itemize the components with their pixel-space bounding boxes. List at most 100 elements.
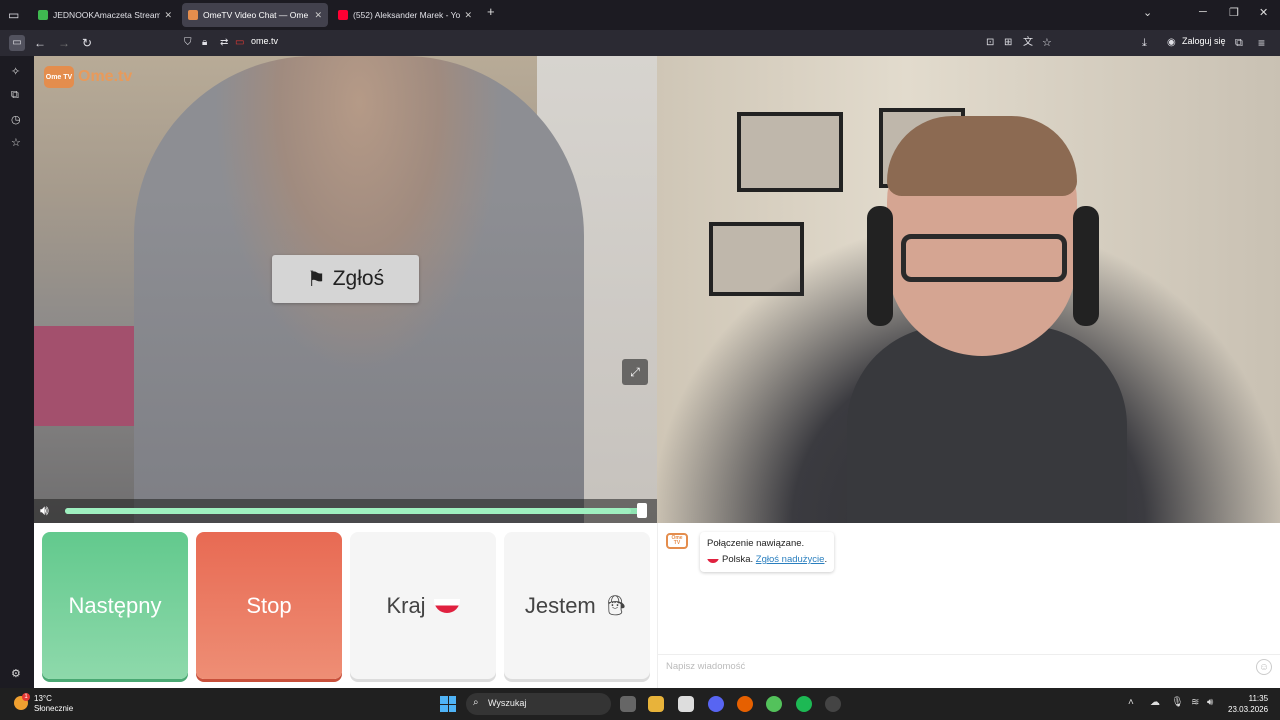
windows-taskbar: 1 13°C Słonecznie ⌕ Wyszukaj ˄ ☁ 🎙︎ ≋ 🔊︎…: [0, 688, 1280, 720]
maximize-icon[interactable]: ❐: [1229, 6, 1239, 19]
firefox-icon[interactable]: [737, 696, 753, 712]
browser-sidebar: ✧ ⧉ ◷ ☆ ⚙: [0, 56, 34, 688]
stop-button[interactable]: Stop: [196, 532, 342, 679]
tab-title: OmeTV Video Chat — Ome: [203, 10, 309, 20]
task-view-icon[interactable]: [620, 696, 636, 712]
permissions-icon[interactable]: ⇄: [220, 35, 228, 51]
report-abuse-link[interactable]: Zgłoś nadużycie: [756, 554, 825, 565]
stop-label: Stop: [246, 592, 292, 618]
browser-tab-bar: ▭ JEDNOOKAmaczeta Stream - K ✕ OmeTV Vid…: [0, 0, 1280, 30]
volume-slider-thumb[interactable]: [637, 503, 647, 518]
account-icon[interactable]: ◉: [1167, 35, 1176, 51]
bookmark-star-icon[interactable]: ☆: [1042, 35, 1052, 51]
sign-in-button[interactable]: Zaloguj się: [1182, 36, 1226, 46]
lock-icon[interactable]: 🔒︎: [202, 35, 207, 51]
bookmarks-icon[interactable]: ☆: [11, 136, 21, 149]
tab-title: (552) Aleksander Marek - YouT: [353, 10, 461, 20]
microphone-icon[interactable]: 🎙︎: [1171, 697, 1184, 708]
translate-icon[interactable]: 文: [1023, 35, 1033, 51]
tab-youtube[interactable]: (552) Aleksander Marek - YouT ✕: [332, 3, 478, 27]
emoji-icon[interactable]: ☺: [1256, 659, 1272, 675]
cloud-icon[interactable]: ☁: [1150, 697, 1160, 708]
report-label: Zgłoś: [332, 267, 385, 290]
search-placeholder: Wyszukaj: [488, 698, 527, 708]
tray-overflow-icon[interactable]: ˄: [1128, 697, 1134, 708]
camera-active-icon[interactable]: ▭: [235, 35, 244, 51]
temperature: 13°C: [34, 694, 52, 703]
menu-icon[interactable]: ≡: [1258, 35, 1265, 51]
country-button[interactable]: Kraj: [350, 532, 496, 679]
headphone-right: [1073, 206, 1099, 326]
country-line: Polska. Zgłoś nadużycie.: [707, 552, 827, 568]
sidebar-toggle-icon[interactable]: ▭: [9, 35, 25, 51]
country-text: Polska.: [722, 554, 754, 565]
ai-chat-icon[interactable]: ✧: [11, 65, 20, 78]
wifi-icon[interactable]: ≋: [1191, 697, 1199, 708]
speaker-icon[interactable]: 🔊︎: [40, 502, 49, 519]
synced-tabs-icon[interactable]: ⧉: [11, 89, 19, 102]
stranger-video: Ome TV Ome.tv ⚑ Zgłoś ⤢ 🔊︎: [34, 56, 657, 523]
message-input[interactable]: Napisz wiadomość ☺: [658, 654, 1280, 678]
history-icon[interactable]: ◷: [11, 113, 21, 126]
flag-icon: ⚑: [306, 267, 326, 291]
forward-icon[interactable]: →: [58, 35, 70, 51]
volume-icon[interactable]: 🔊︎: [1207, 697, 1213, 708]
period-text: .: [824, 554, 828, 565]
back-icon[interactable]: ←: [34, 35, 46, 51]
text-chat: Ome TV Połączenie nawiązane. Polska. Zgł…: [657, 523, 1280, 688]
store-icon[interactable]: [678, 696, 694, 712]
logo-text: Ome.tv: [78, 68, 133, 85]
url-field[interactable]: ome.tv: [251, 36, 278, 46]
report-button[interactable]: ⚑ Zgłoś: [272, 255, 419, 303]
message-placeholder: Napisz wiadomość: [666, 661, 746, 672]
boy-emoji-icon: 👦︎: [603, 595, 630, 617]
minimize-icon[interactable]: ─: [1199, 6, 1207, 18]
taskbar-search[interactable]: ⌕ Wyszukaj: [466, 693, 611, 715]
tab-jednooka[interactable]: JEDNOOKAmaczeta Stream - K ✕: [32, 3, 178, 27]
wall-picture-frame: [737, 112, 843, 192]
close-icon[interactable]: ✕: [314, 10, 322, 21]
close-icon[interactable]: ✕: [464, 10, 472, 21]
clock-time: 11:35: [1248, 694, 1269, 703]
close-icon[interactable]: ✕: [164, 10, 172, 21]
extensions-icon[interactable]: ⧉: [1235, 35, 1243, 51]
windows-start-icon[interactable]: [440, 696, 456, 712]
screenshot-icon[interactable]: ⊡: [986, 35, 994, 51]
glasses: [901, 234, 1067, 282]
tab-ometv[interactable]: OmeTV Video Chat — Ome ✕: [182, 3, 328, 27]
app-green-icon[interactable]: [766, 696, 782, 712]
poland-flag-icon: [433, 598, 460, 613]
weather-condition: Słonecznie: [34, 704, 74, 713]
self-video: [657, 56, 1280, 523]
ometv-page: Ome TV Ome.tv ⚑ Zgłoś ⤢ 🔊︎ Następny Stop…: [34, 56, 1280, 688]
customize-sidebar-gear-icon[interactable]: ⚙: [11, 667, 21, 680]
youtube-favicon-icon: [338, 10, 348, 20]
gender-label: Jestem: [524, 592, 596, 618]
reader-view-icon[interactable]: ⊞: [1004, 35, 1012, 51]
window-close-icon[interactable]: ✕: [1259, 6, 1268, 19]
tab-list-icon[interactable]: ▭: [8, 7, 19, 23]
chat-controls: Następny Stop Kraj Jestem 👦︎: [34, 523, 657, 688]
shield-icon[interactable]: ⛉: [184, 35, 192, 51]
volume-slider[interactable]: [65, 508, 643, 514]
next-button[interactable]: Następny: [42, 532, 188, 679]
new-tab-button[interactable]: +: [487, 4, 495, 19]
tab-title: JEDNOOKAmaczeta Stream - K: [53, 10, 161, 20]
spotify-icon[interactable]: [796, 696, 812, 712]
country-label: Kraj: [386, 592, 426, 618]
gender-button[interactable]: Jestem 👦︎: [504, 532, 650, 679]
volume-fill: [65, 508, 632, 514]
weather-widget[interactable]: 13°C Słonecznie: [34, 694, 73, 714]
reload-icon[interactable]: ↻: [82, 35, 92, 51]
file-explorer-icon[interactable]: [648, 696, 664, 712]
discord-icon[interactable]: [708, 696, 724, 712]
ometv-logo: Ome TV Ome.tv: [44, 66, 132, 88]
obs-icon[interactable]: [825, 696, 841, 712]
poland-flag-icon: [707, 555, 719, 563]
system-message: Połączenie nawiązane. Polska. Zgłoś nadu…: [700, 532, 835, 572]
system-clock[interactable]: 11:35 23.03.2026: [1228, 693, 1268, 715]
logo-badge: Ome TV: [44, 66, 74, 88]
tab-overflow-icon[interactable]: ⌄: [1143, 6, 1152, 19]
downloads-icon[interactable]: ⤓: [1142, 35, 1147, 51]
fullscreen-icon[interactable]: ⤢: [622, 359, 648, 385]
